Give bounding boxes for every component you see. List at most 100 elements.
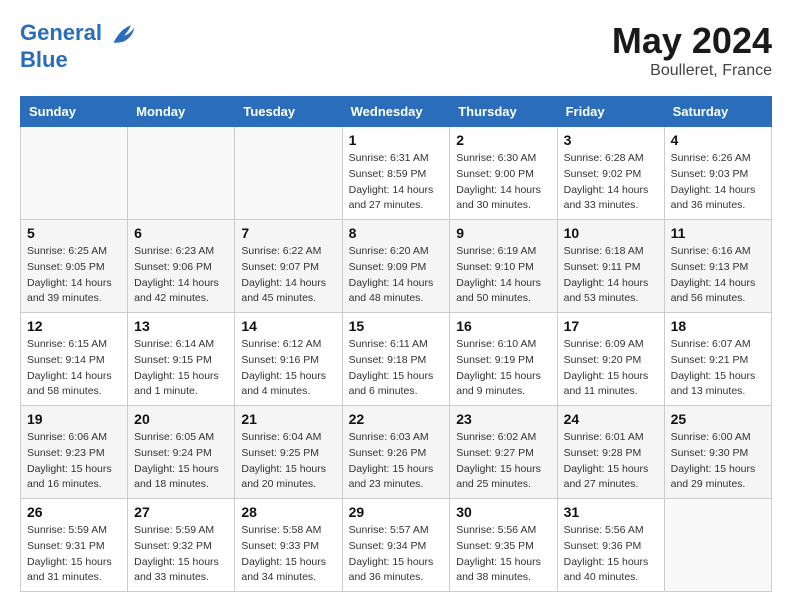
calendar-cell: 21Sunrise: 6:04 AM Sunset: 9:25 PM Dayli… bbox=[235, 406, 342, 499]
calendar-cell: 7Sunrise: 6:22 AM Sunset: 9:07 PM Daylig… bbox=[235, 220, 342, 313]
calendar-week-row: 19Sunrise: 6:06 AM Sunset: 9:23 PM Dayli… bbox=[21, 406, 772, 499]
day-number: 16 bbox=[456, 318, 550, 334]
day-info: Sunrise: 6:09 AM Sunset: 9:20 PM Dayligh… bbox=[564, 337, 658, 400]
calendar-cell: 27 Sunrise: 5:59 AM Sunset: 9:32 PM Dayli… bbox=[128, 499, 235, 592]
day-info: Sunrise: 5:56 AM Sunset: 9:35 PM Dayligh… bbox=[456, 523, 550, 586]
day-info: Sunrise: 6:01 AM Sunset: 9:28 PM Dayligh… bbox=[564, 430, 658, 493]
day-info: Sunrise: 5:58 AM Sunset: 9:33 PM Dayligh… bbox=[241, 523, 335, 586]
weekday-header: Thursday bbox=[450, 97, 557, 127]
day-info: Sunrise: 6:19 AM Sunset: 9:10 PM Dayligh… bbox=[456, 244, 550, 307]
logo-general: General bbox=[20, 20, 102, 45]
calendar-cell: 13 Sunrise: 6:14 AM Sunset: 9:15 PM Dayli… bbox=[128, 313, 235, 406]
day-info: Sunrise: 6:16 AM Sunset: 9:13 PM Dayligh… bbox=[671, 244, 765, 307]
calendar-cell: 30 Sunrise: 5:56 AM Sunset: 9:35 PM Dayli… bbox=[450, 499, 557, 592]
day-info: Sunrise: 6:02 AM Sunset: 9:27 PM Dayligh… bbox=[456, 430, 550, 493]
day-number: 7 bbox=[241, 225, 335, 241]
day-number: 6 bbox=[134, 225, 228, 241]
calendar-cell: 19Sunrise: 6:06 AM Sunset: 9:23 PM Dayli… bbox=[21, 406, 128, 499]
calendar-cell: 28 Sunrise: 5:58 AM Sunset: 9:33 PM Dayli… bbox=[235, 499, 342, 592]
day-info: Sunrise: 5:59 AM Sunset: 9:32 PM Dayligh… bbox=[134, 523, 228, 586]
day-number: 15 bbox=[349, 318, 444, 334]
day-info: Sunrise: 6:20 AM Sunset: 9:09 PM Dayligh… bbox=[349, 244, 444, 307]
calendar-cell: 18 Sunrise: 6:07 AM Sunset: 9:21 PM Dayli… bbox=[664, 313, 771, 406]
calendar-cell bbox=[664, 499, 771, 592]
calendar-cell: 5 Sunrise: 6:25 AM Sunset: 9:05 PM Daylig… bbox=[21, 220, 128, 313]
calendar-table: SundayMondayTuesdayWednesdayThursdayFrid… bbox=[20, 96, 772, 592]
calendar-cell bbox=[235, 127, 342, 220]
logo-bird-icon bbox=[110, 20, 138, 48]
day-info: Sunrise: 6:07 AM Sunset: 9:21 PM Dayligh… bbox=[671, 337, 765, 400]
calendar-cell bbox=[128, 127, 235, 220]
calendar-cell: 1 Sunrise: 6:31 AM Sunset: 8:59 PM Daylig… bbox=[342, 127, 450, 220]
calendar-cell: 23Sunrise: 6:02 AM Sunset: 9:27 PM Dayli… bbox=[450, 406, 557, 499]
day-info: Sunrise: 6:31 AM Sunset: 8:59 PM Dayligh… bbox=[349, 151, 444, 214]
calendar-cell: 20 Sunrise: 6:05 AM Sunset: 9:24 PM Dayli… bbox=[128, 406, 235, 499]
day-number: 13 bbox=[134, 318, 228, 334]
calendar-cell: 6 Sunrise: 6:23 AM Sunset: 9:06 PM Daylig… bbox=[128, 220, 235, 313]
calendar-cell: 24 Sunrise: 6:01 AM Sunset: 9:28 PM Dayli… bbox=[557, 406, 664, 499]
weekday-header: Saturday bbox=[664, 97, 771, 127]
day-info: Sunrise: 6:28 AM Sunset: 9:02 PM Dayligh… bbox=[564, 151, 658, 214]
calendar-week-row: 12Sunrise: 6:15 AM Sunset: 9:14 PM Dayli… bbox=[21, 313, 772, 406]
day-info: Sunrise: 6:12 AM Sunset: 9:16 PM Dayligh… bbox=[241, 337, 335, 400]
calendar-cell: 31 Sunrise: 5:56 AM Sunset: 9:36 PM Dayli… bbox=[557, 499, 664, 592]
calendar-cell: 10 Sunrise: 6:18 AM Sunset: 9:11 PM Dayli… bbox=[557, 220, 664, 313]
day-info: Sunrise: 6:04 AM Sunset: 9:25 PM Dayligh… bbox=[241, 430, 335, 493]
day-info: Sunrise: 5:56 AM Sunset: 9:36 PM Dayligh… bbox=[564, 523, 658, 586]
day-info: Sunrise: 6:25 AM Sunset: 9:05 PM Dayligh… bbox=[27, 244, 121, 307]
month-title: May 2024 bbox=[612, 20, 772, 62]
calendar-cell: 26 Sunrise: 5:59 AM Sunset: 9:31 PM Dayli… bbox=[21, 499, 128, 592]
day-info: Sunrise: 6:03 AM Sunset: 9:26 PM Dayligh… bbox=[349, 430, 444, 493]
day-number: 24 bbox=[564, 411, 658, 427]
day-number: 9 bbox=[456, 225, 550, 241]
weekday-header: Monday bbox=[128, 97, 235, 127]
day-number: 27 bbox=[134, 504, 228, 520]
day-number: 22 bbox=[349, 411, 444, 427]
calendar-cell: 11 Sunrise: 6:16 AM Sunset: 9:13 PM Dayli… bbox=[664, 220, 771, 313]
calendar-cell: 29Sunrise: 5:57 AM Sunset: 9:34 PM Dayli… bbox=[342, 499, 450, 592]
weekday-header: Friday bbox=[557, 97, 664, 127]
day-info: Sunrise: 6:10 AM Sunset: 9:19 PM Dayligh… bbox=[456, 337, 550, 400]
day-info: Sunrise: 6:23 AM Sunset: 9:06 PM Dayligh… bbox=[134, 244, 228, 307]
day-number: 2 bbox=[456, 132, 550, 148]
calendar-cell bbox=[21, 127, 128, 220]
day-number: 30 bbox=[456, 504, 550, 520]
day-number: 18 bbox=[671, 318, 765, 334]
weekday-header-row: SundayMondayTuesdayWednesdayThursdayFrid… bbox=[21, 97, 772, 127]
day-info: Sunrise: 6:14 AM Sunset: 9:15 PM Dayligh… bbox=[134, 337, 228, 400]
day-info: Sunrise: 5:59 AM Sunset: 9:31 PM Dayligh… bbox=[27, 523, 121, 586]
day-number: 31 bbox=[564, 504, 658, 520]
day-info: Sunrise: 6:06 AM Sunset: 9:23 PM Dayligh… bbox=[27, 430, 121, 493]
calendar-cell: 9 Sunrise: 6:19 AM Sunset: 9:10 PM Daylig… bbox=[450, 220, 557, 313]
calendar-cell: 25 Sunrise: 6:00 AM Sunset: 9:30 PM Dayli… bbox=[664, 406, 771, 499]
calendar-cell: 14 Sunrise: 6:12 AM Sunset: 9:16 PM Dayli… bbox=[235, 313, 342, 406]
calendar-cell: 17 Sunrise: 6:09 AM Sunset: 9:20 PM Dayli… bbox=[557, 313, 664, 406]
day-number: 10 bbox=[564, 225, 658, 241]
day-info: Sunrise: 6:30 AM Sunset: 9:00 PM Dayligh… bbox=[456, 151, 550, 214]
page-header: General Blue May 2024 Boulleret, France bbox=[20, 20, 772, 80]
day-info: Sunrise: 6:26 AM Sunset: 9:03 PM Dayligh… bbox=[671, 151, 765, 214]
day-number: 1 bbox=[349, 132, 444, 148]
day-number: 26 bbox=[27, 504, 121, 520]
calendar-cell: 16 Sunrise: 6:10 AM Sunset: 9:19 PM Dayli… bbox=[450, 313, 557, 406]
day-number: 5 bbox=[27, 225, 121, 241]
day-info: Sunrise: 6:00 AM Sunset: 9:30 PM Dayligh… bbox=[671, 430, 765, 493]
calendar-week-row: 5 Sunrise: 6:25 AM Sunset: 9:05 PM Daylig… bbox=[21, 220, 772, 313]
day-info: Sunrise: 6:18 AM Sunset: 9:11 PM Dayligh… bbox=[564, 244, 658, 307]
day-number: 28 bbox=[241, 504, 335, 520]
day-number: 17 bbox=[564, 318, 658, 334]
weekday-header: Sunday bbox=[21, 97, 128, 127]
calendar-cell: 8Sunrise: 6:20 AM Sunset: 9:09 PM Daylig… bbox=[342, 220, 450, 313]
day-number: 12 bbox=[27, 318, 121, 334]
title-block: May 2024 Boulleret, France bbox=[612, 20, 772, 80]
calendar-cell: 22 Sunrise: 6:03 AM Sunset: 9:26 PM Dayli… bbox=[342, 406, 450, 499]
calendar-cell: 2 Sunrise: 6:30 AM Sunset: 9:00 PM Daylig… bbox=[450, 127, 557, 220]
day-number: 11 bbox=[671, 225, 765, 241]
weekday-header: Tuesday bbox=[235, 97, 342, 127]
location-label: Boulleret, France bbox=[612, 62, 772, 80]
logo: General Blue bbox=[20, 20, 138, 72]
day-info: Sunrise: 6:05 AM Sunset: 9:24 PM Dayligh… bbox=[134, 430, 228, 493]
day-number: 14 bbox=[241, 318, 335, 334]
day-number: 25 bbox=[671, 411, 765, 427]
day-number: 20 bbox=[134, 411, 228, 427]
